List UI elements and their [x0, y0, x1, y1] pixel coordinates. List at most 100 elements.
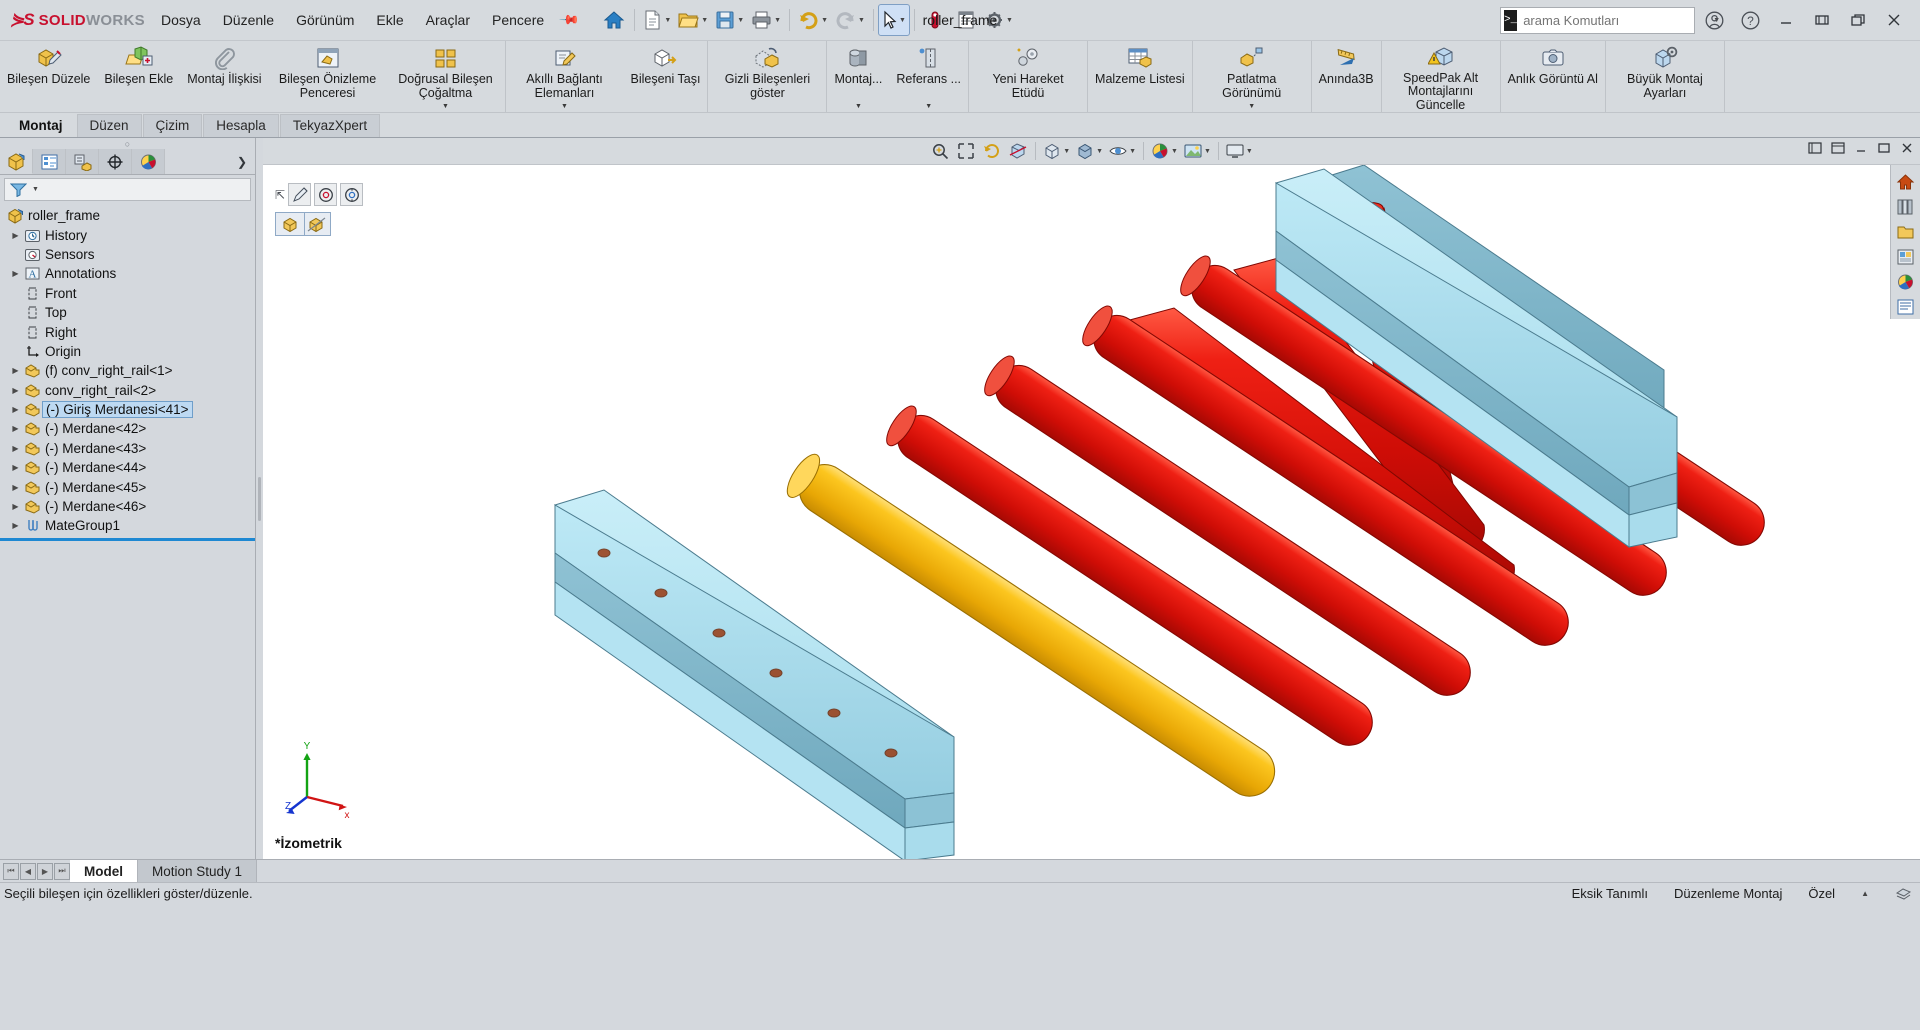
open-folder-icon[interactable]: ▼: [675, 5, 711, 35]
chevron-down-icon[interactable]: ▼: [925, 103, 932, 112]
tab-hesapla[interactable]: Hesapla: [203, 114, 279, 137]
tab-duzen[interactable]: Düzen: [76, 114, 142, 137]
chevron-down-icon[interactable]: ▼: [1248, 103, 1255, 112]
restore-button[interactable]: [1805, 4, 1839, 36]
chevron-down-icon[interactable]: ▼: [1204, 148, 1211, 155]
redo-icon[interactable]: ▼: [832, 5, 868, 35]
undo-icon[interactable]: ▼: [795, 5, 831, 35]
panel-grip[interactable]: ○: [0, 138, 255, 149]
chevron-down-icon[interactable]: ▼: [821, 17, 828, 24]
chevron-down-icon[interactable]: ▼: [664, 17, 671, 24]
overlay-icon[interactable]: [1895, 885, 1912, 903]
tree-item-origin[interactable]: Origin: [0, 342, 255, 361]
chevron-down-icon[interactable]: ▼: [1006, 17, 1013, 24]
prev-tab-button[interactable]: ◀: [20, 862, 36, 880]
status-units[interactable]: Özel: [1808, 886, 1835, 901]
concentric-lock-button[interactable]: [340, 183, 364, 206]
component-preview-button[interactable]: Bileşen Önizleme Penceresi: [269, 41, 387, 112]
concentric-mate-button[interactable]: [314, 183, 338, 206]
tree-item-sensors[interactable]: Sensors: [0, 245, 255, 264]
update-speedpak-button[interactable]: SpeedPak Alt Montajlarını Güncelle: [1382, 41, 1500, 112]
reference-geometry-button[interactable]: Referans ... ▼: [889, 41, 968, 112]
apply-scene-button[interactable]: ▼: [1182, 140, 1213, 163]
edit-appearance-button[interactable]: ▼: [1149, 140, 1180, 163]
chevron-down-icon[interactable]: ▼: [1129, 148, 1136, 155]
gfx-close-button[interactable]: [1900, 141, 1914, 158]
expand-arrow-icon[interactable]: ▶: [8, 269, 23, 278]
model-viewport[interactable]: ⇱ Y x Z *İzometrik: [263, 165, 1920, 859]
chevron-down-icon[interactable]: ▼: [1063, 148, 1070, 155]
tab-motion-study-1[interactable]: Motion Study 1: [138, 860, 258, 882]
dock-design-library-icon[interactable]: [1891, 194, 1919, 219]
expand-arrow-icon[interactable]: ▶: [8, 405, 23, 414]
hide-component-button[interactable]: [301, 212, 331, 236]
bill-of-materials-button[interactable]: Malzeme Listesi: [1088, 41, 1192, 112]
tab-cizim[interactable]: Çizim: [142, 114, 203, 137]
menu-item-araclar[interactable]: Araçlar: [415, 7, 481, 33]
next-tab-button[interactable]: ▶: [37, 862, 53, 880]
expand-arrow-icon[interactable]: ▶: [8, 483, 23, 492]
expand-arrow-icon[interactable]: ▶: [8, 502, 23, 511]
chevron-down-icon[interactable]: ▼: [855, 103, 862, 112]
maximize-button[interactable]: [1841, 4, 1875, 36]
section-view-button[interactable]: [1006, 140, 1030, 163]
display-style-button[interactable]: ▼: [1074, 140, 1105, 163]
last-tab-button[interactable]: ⏭: [54, 862, 70, 880]
tree-item-merdane-44[interactable]: ▶ (-) Merdane<44>: [0, 458, 255, 477]
search-input[interactable]: [1523, 12, 1700, 28]
show-hidden-components-button[interactable]: Gizli Bileşenleri göster: [708, 41, 826, 112]
insert-component-button[interactable]: Bileşen Ekle: [97, 41, 180, 112]
dock-view-palette-icon[interactable]: [1891, 244, 1919, 269]
mate-button[interactable]: Montaj İlişkisi: [180, 41, 268, 112]
tree-item-right-plane[interactable]: Right: [0, 322, 255, 341]
pushpin-icon[interactable]: 📌: [558, 9, 581, 32]
measure-icon[interactable]: [920, 5, 950, 35]
gfx-restore-button[interactable]: [1808, 141, 1822, 158]
edit-component-button[interactable]: Bileşen Düzele: [0, 41, 97, 112]
panel-splitter[interactable]: [256, 138, 263, 859]
dimxpert-manager-tab[interactable]: [99, 149, 132, 174]
chevron-down-icon[interactable]: ▼: [32, 186, 39, 193]
chevron-down-icon[interactable]: ▼: [1246, 148, 1253, 155]
snapshot-button[interactable]: Anlık Görüntü Al: [1501, 41, 1605, 112]
gfx-tile-button[interactable]: [1831, 141, 1845, 158]
tree-item-top-plane[interactable]: Top: [0, 303, 255, 322]
tree-item-giris-merdanesi-41[interactable]: ▶ (-) Giriş Merdanesi<41>: [0, 400, 255, 419]
search-commands-box[interactable]: >_ ▼: [1500, 6, 1720, 34]
chevron-down-icon[interactable]: ▼: [701, 17, 708, 24]
zoom-to-fit-button[interactable]: [928, 140, 952, 163]
chevron-down-icon[interactable]: ▼: [1096, 148, 1103, 155]
feature-manager-tab[interactable]: [0, 149, 33, 174]
help-icon[interactable]: ?: [1733, 4, 1767, 36]
menu-item-ekle[interactable]: Ekle: [365, 7, 414, 33]
tree-item-history[interactable]: ▶ History: [0, 225, 255, 244]
hide-show-items-button[interactable]: ▼: [1107, 140, 1138, 163]
configuration-manager-tab[interactable]: [66, 149, 99, 174]
display-manager-tab[interactable]: [132, 149, 165, 174]
tree-item-conv-right-rail-2[interactable]: ▶ conv_right_rail<2>: [0, 381, 255, 400]
chevron-right-icon[interactable]: ❯: [229, 149, 255, 174]
chevron-down-icon[interactable]: ▼: [561, 103, 568, 112]
menu-item-dosya[interactable]: Dosya: [150, 7, 212, 33]
roller-frame-model[interactable]: [263, 165, 1920, 859]
new-document-icon[interactable]: ▼: [640, 5, 674, 35]
tree-item-mategroup1[interactable]: ▶ MateGroup1: [0, 516, 255, 535]
menu-item-duzenle[interactable]: Düzenle: [212, 7, 285, 33]
tree-item-annotations[interactable]: ▶ A Annotations: [0, 264, 255, 283]
expand-arrow-icon[interactable]: ▶: [8, 463, 23, 472]
assembly-features-button[interactable]: Montaj... ▼: [827, 41, 889, 112]
tree-item-merdane-46[interactable]: ▶ (-) Merdane<46>: [0, 497, 255, 516]
drag-handle-icon[interactable]: ⇱: [275, 188, 285, 202]
print-icon[interactable]: ▼: [748, 5, 784, 35]
account-icon[interactable]: [1697, 4, 1731, 36]
tree-item-merdane-43[interactable]: ▶ (-) Merdane<43>: [0, 439, 255, 458]
select-cursor-icon[interactable]: ▼: [877, 4, 910, 36]
expand-arrow-icon[interactable]: ▶: [8, 424, 23, 433]
property-manager-tab[interactable]: [33, 149, 66, 174]
expand-arrow-icon[interactable]: ▶: [8, 231, 23, 240]
dock-home-icon[interactable]: [1891, 169, 1919, 194]
exploded-view-button[interactable]: Patlatma Görünümü ▼: [1193, 41, 1311, 112]
feature-tree-filter[interactable]: ▼: [4, 178, 251, 201]
zoom-to-area-button[interactable]: [954, 140, 978, 163]
chevron-down-icon[interactable]: ▼: [442, 103, 449, 112]
